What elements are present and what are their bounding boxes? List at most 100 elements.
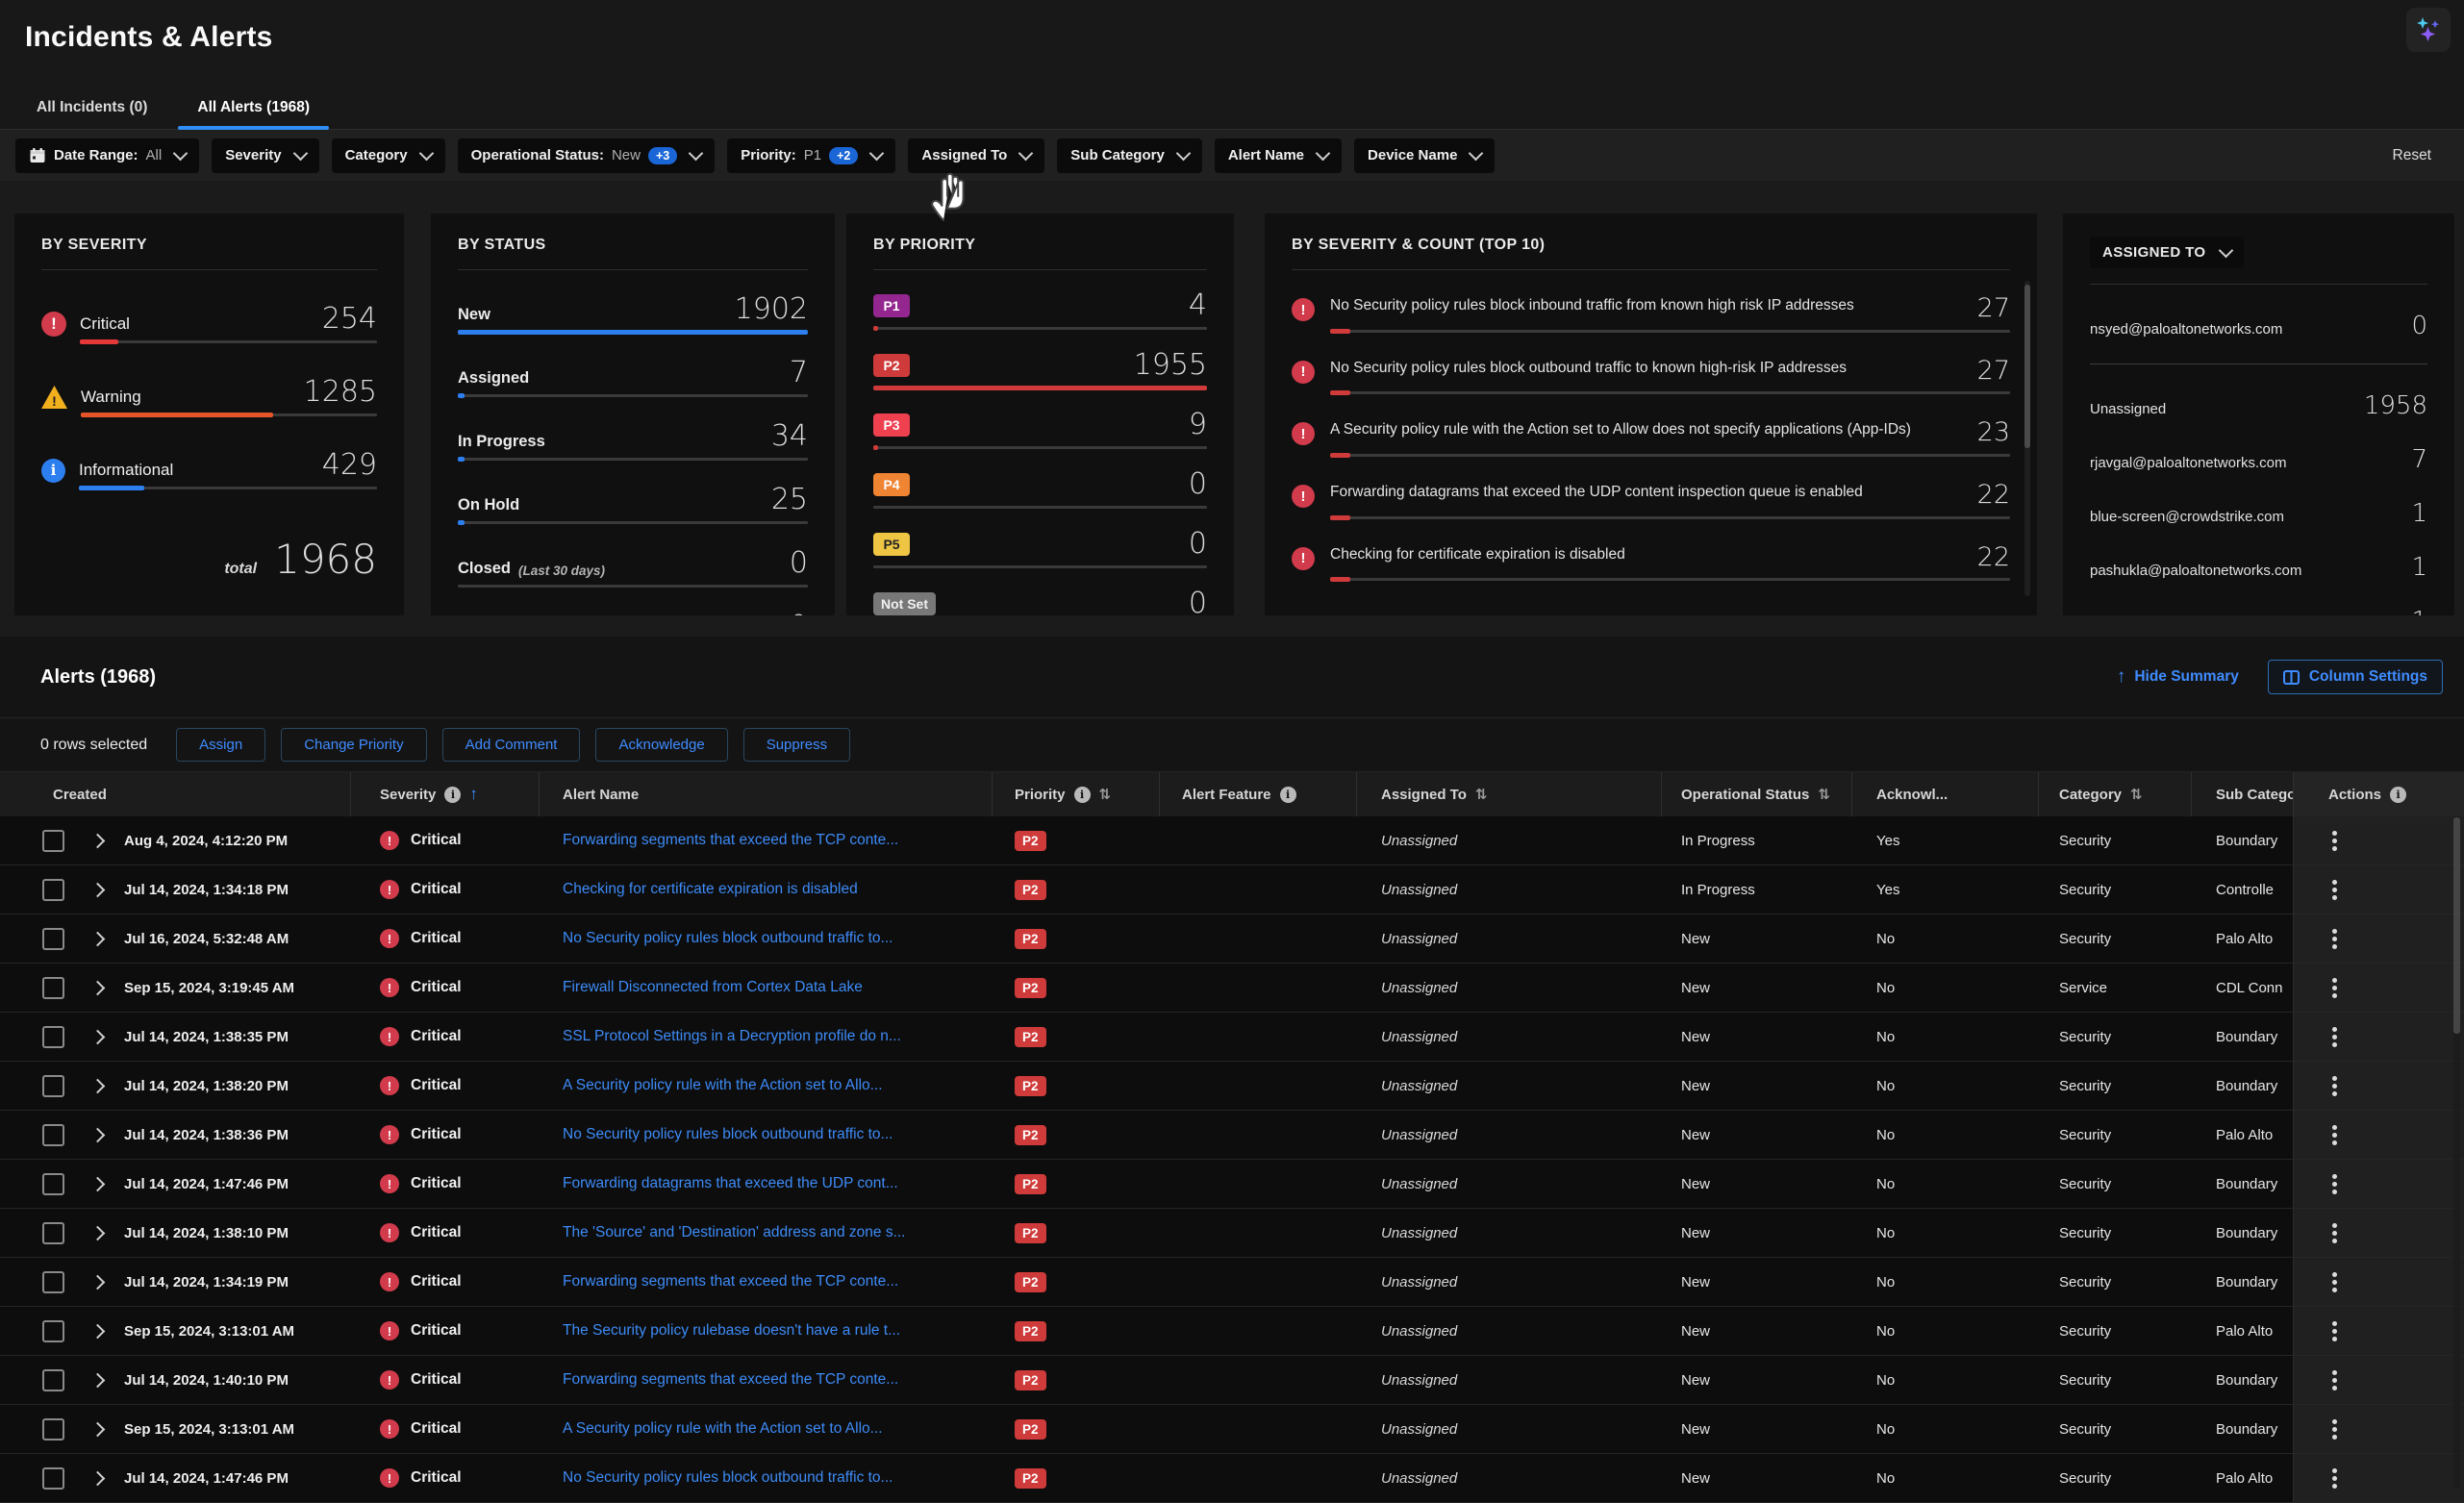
top-alert-item[interactable]: No Security policy rules block outbound … — [1292, 357, 2010, 395]
filter-chip[interactable]: Device Name — [1354, 138, 1495, 173]
info-icon[interactable]: i — [1074, 787, 1091, 803]
sort-icon[interactable]: ⇅ — [1475, 786, 1488, 803]
alert-name-link[interactable]: Checking for certificate expiration is d… — [563, 881, 858, 898]
tab-all-incidents[interactable]: All Incidents (0) — [12, 87, 172, 129]
kebab-menu-icon[interactable] — [2332, 1280, 2337, 1285]
hide-summary-button[interactable]: ↑ Hide Summary — [2117, 666, 2239, 688]
tab-all-alerts[interactable]: All Alerts (1968) — [172, 87, 335, 129]
row-checkbox[interactable] — [42, 830, 64, 852]
row-checkbox[interactable] — [42, 1075, 64, 1097]
column-header-alert-name[interactable]: Alert Name — [540, 772, 993, 816]
priority-summary-item[interactable]: P5 0 — [873, 530, 1207, 568]
row-checkbox[interactable] — [42, 1173, 64, 1195]
expand-chevron-icon[interactable] — [90, 1274, 106, 1290]
severity-summary-item[interactable]: Critical 254 — [41, 305, 377, 343]
kebab-menu-icon[interactable] — [2332, 1182, 2337, 1187]
alert-name-link[interactable]: Forwarding segments that exceed the TCP … — [563, 1273, 898, 1290]
priority-summary-item[interactable]: P1 4 — [873, 291, 1207, 330]
row-checkbox[interactable] — [42, 928, 64, 950]
expand-chevron-icon[interactable] — [90, 931, 106, 946]
expand-chevron-icon[interactable] — [90, 1029, 106, 1044]
alert-name-link[interactable]: The 'Source' and 'Destination' address a… — [563, 1224, 906, 1241]
filter-chip[interactable]: Severity — [212, 138, 318, 173]
row-checkbox[interactable] — [42, 1026, 64, 1048]
info-icon[interactable]: i — [444, 787, 461, 803]
assignee-row[interactable]: viewer@pan-labs.net 1 — [2090, 609, 2427, 615]
row-checkbox[interactable] — [42, 1222, 64, 1244]
expand-chevron-icon[interactable] — [90, 1372, 106, 1388]
column-header-operational-status[interactable]: Operational Status ⇅ — [1662, 772, 1852, 816]
column-header-actions[interactable]: Actions i — [2293, 772, 2464, 816]
alert-name-link[interactable]: A Security policy rule with the Action s… — [563, 1077, 883, 1094]
bulk-action-button[interactable]: Add Comment — [442, 728, 581, 762]
sort-icon[interactable]: ⇅ — [2130, 786, 2143, 803]
assignee-row[interactable]: nsyed@paloaltonetworks.com 0 — [2090, 313, 2427, 338]
alert-name-link[interactable]: SSL Protocol Settings in a Decryption pr… — [563, 1028, 901, 1045]
ai-assistant-button[interactable] — [2406, 8, 2451, 52]
top-alert-item[interactable]: Forwarding datagrams that exceed the UDP… — [1292, 481, 2010, 519]
status-summary-item[interactable]: New 1902 — [458, 295, 808, 334]
alert-name-link[interactable]: No Security policy rules block outbound … — [563, 930, 893, 947]
assignee-row[interactable]: pashukla@paloaltonetworks.com 1 — [2090, 555, 2427, 580]
row-checkbox[interactable] — [42, 879, 64, 901]
top-alert-item[interactable]: A Security policy rule with the Action s… — [1292, 418, 2010, 457]
kebab-menu-icon[interactable] — [2332, 1476, 2337, 1481]
row-checkbox[interactable] — [42, 1271, 64, 1293]
filter-chip[interactable]: Alert Name — [1215, 138, 1342, 173]
column-settings-button[interactable]: Column Settings — [2268, 660, 2443, 694]
column-header-severity[interactable]: Severity i ↑ — [351, 772, 540, 816]
expand-chevron-icon[interactable] — [90, 980, 106, 995]
table-scrollbar[interactable] — [2453, 815, 2460, 1489]
alert-name-link[interactable]: A Security policy rule with the Action s… — [563, 1420, 883, 1438]
card-scrollbar[interactable] — [2024, 281, 2030, 596]
kebab-menu-icon[interactable] — [2332, 1231, 2337, 1236]
alert-name-link[interactable]: The Security policy rulebase doesn't hav… — [563, 1322, 900, 1340]
filter-chip[interactable]: Sub Category — [1057, 138, 1202, 173]
severity-summary-item[interactable]: Warning 1285 — [41, 378, 377, 416]
column-header-created[interactable]: Created — [0, 772, 351, 816]
filter-chip[interactable]: Date Range: All — [15, 138, 199, 173]
status-summary-item[interactable]: Inconclusive 0 — [458, 613, 808, 615]
row-checkbox[interactable] — [42, 1369, 64, 1391]
column-header-category[interactable]: Category ⇅ — [2039, 772, 2192, 816]
expand-chevron-icon[interactable] — [90, 1176, 106, 1191]
kebab-menu-icon[interactable] — [2332, 839, 2337, 843]
kebab-menu-icon[interactable] — [2332, 1329, 2337, 1334]
status-summary-item[interactable]: On Hold 25 — [458, 486, 808, 524]
column-header-alert-feature[interactable]: Alert Feature i — [1160, 772, 1357, 816]
assignee-row[interactable]: rjavgal@paloaltonetworks.com 7 — [2090, 447, 2427, 472]
bulk-action-button[interactable]: Assign — [176, 728, 265, 762]
filter-chip[interactable]: Priority: P1 +2 — [727, 138, 895, 173]
expand-chevron-icon[interactable] — [90, 1225, 106, 1240]
row-checkbox[interactable] — [42, 1124, 64, 1146]
status-summary-item[interactable]: Closed (Last 30 days) 0 — [458, 549, 808, 588]
row-checkbox[interactable] — [42, 1320, 64, 1342]
reset-filters-button[interactable]: Reset — [2393, 147, 2450, 164]
bulk-action-button[interactable]: Change Priority — [281, 728, 426, 762]
filter-chip[interactable]: Assigned To — [908, 138, 1044, 173]
priority-summary-item[interactable]: P2 1955 — [873, 351, 1207, 389]
kebab-menu-icon[interactable] — [2332, 986, 2337, 990]
kebab-menu-icon[interactable] — [2332, 937, 2337, 941]
priority-summary-item[interactable]: Not Set 0 — [873, 589, 1207, 615]
priority-summary-item[interactable]: P3 9 — [873, 411, 1207, 449]
expand-chevron-icon[interactable] — [90, 882, 106, 897]
alert-name-link[interactable]: Forwarding segments that exceed the TCP … — [563, 1371, 898, 1389]
bulk-action-button[interactable]: Acknowledge — [595, 728, 727, 762]
row-checkbox[interactable] — [42, 977, 64, 999]
expand-chevron-icon[interactable] — [90, 1470, 106, 1486]
alert-name-link[interactable]: Firewall Disconnected from Cortex Data L… — [563, 979, 863, 996]
sort-ascending-icon[interactable]: ↑ — [469, 785, 478, 804]
alert-name-link[interactable]: Forwarding segments that exceed the TCP … — [563, 832, 898, 849]
kebab-menu-icon[interactable] — [2332, 888, 2337, 892]
status-summary-item[interactable]: In Progress 34 — [458, 422, 808, 461]
alert-name-link[interactable]: No Security policy rules block outbound … — [563, 1126, 893, 1143]
kebab-menu-icon[interactable] — [2332, 1035, 2337, 1040]
info-icon[interactable]: i — [2390, 787, 2406, 803]
sort-icon[interactable]: ⇅ — [1818, 786, 1830, 803]
priority-summary-item[interactable]: P4 0 — [873, 470, 1207, 509]
expand-chevron-icon[interactable] — [90, 1421, 106, 1437]
column-header-assigned-to[interactable]: Assigned To ⇅ — [1357, 772, 1662, 816]
assignee-row[interactable]: blue-screen@crowdstrike.com 1 — [2090, 501, 2427, 526]
expand-chevron-icon[interactable] — [90, 1127, 106, 1142]
